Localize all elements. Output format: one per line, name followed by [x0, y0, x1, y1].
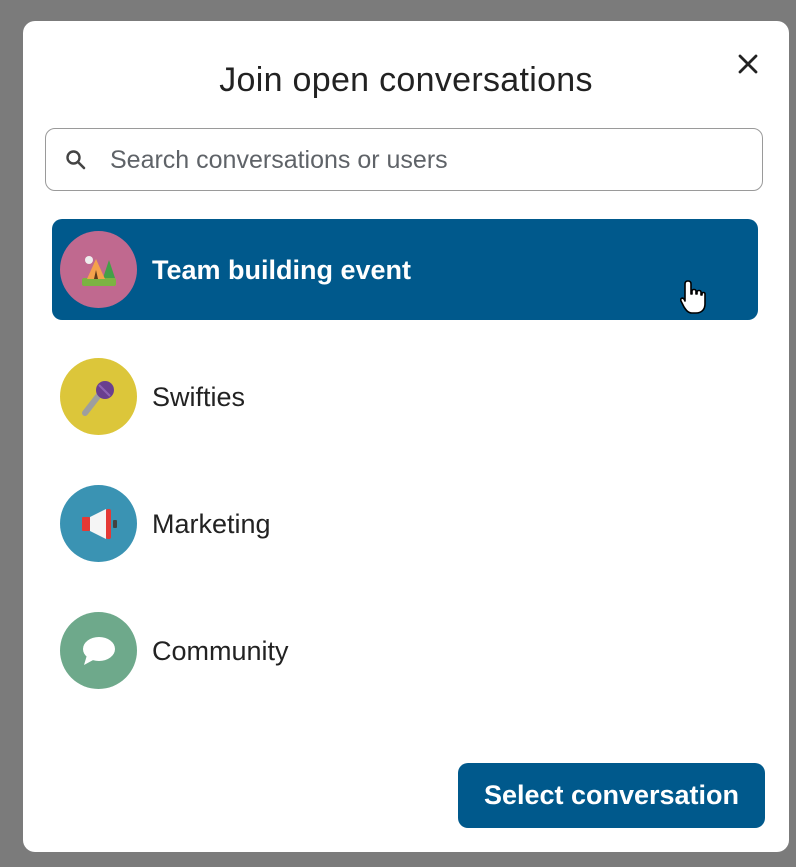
- conversation-label: Team building event: [152, 255, 412, 285]
- conversation-label: Swifties: [152, 382, 246, 412]
- close-button[interactable]: [733, 49, 763, 79]
- search-icon: [66, 150, 86, 170]
- microphone-icon: [82, 381, 114, 416]
- avatar: [60, 358, 137, 435]
- close-icon: [738, 54, 758, 74]
- conversation-label: Marketing: [152, 509, 271, 539]
- conversation-item-community[interactable]: Community: [52, 600, 758, 701]
- avatar: [60, 485, 137, 562]
- hand-pointer-icon: [680, 280, 706, 314]
- join-conversations-dialog: Join open conversations Team building: [23, 21, 789, 852]
- conversation-item-marketing[interactable]: Marketing: [52, 473, 758, 574]
- avatar: [60, 231, 137, 308]
- conversation-list: Team building event Swifties Marketing C…: [52, 219, 758, 727]
- search-input[interactable]: [108, 137, 752, 183]
- search-box[interactable]: [45, 128, 763, 191]
- conversation-item-team-building-event[interactable]: Team building event: [52, 219, 758, 320]
- speech-bubble-icon: [83, 637, 115, 665]
- conversation-label: Community: [152, 636, 289, 666]
- camping-tent-icon: [82, 256, 116, 286]
- megaphone-icon: [82, 509, 117, 539]
- avatar: [60, 612, 137, 689]
- conversation-item-swifties[interactable]: Swifties: [52, 346, 758, 447]
- select-conversation-button[interactable]: Select conversation: [458, 763, 765, 828]
- dialog-title: Join open conversations: [219, 61, 593, 99]
